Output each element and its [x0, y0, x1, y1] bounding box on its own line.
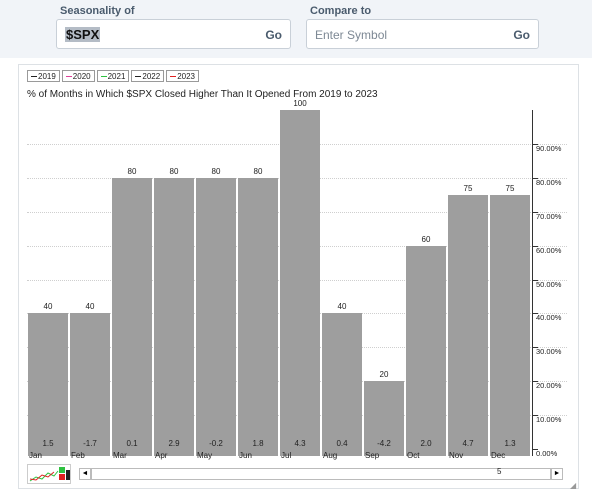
- seasonality-go-button[interactable]: Go: [265, 28, 282, 42]
- bar-value-label: 20: [379, 370, 389, 379]
- seasonality-label: Seasonality of: [60, 5, 135, 17]
- seasonality-input[interactable]: $SPX Go: [56, 19, 291, 49]
- x-tick-label: Nov: [449, 451, 464, 460]
- legend-label: 2023: [177, 72, 195, 81]
- bar-oct[interactable]: [406, 246, 446, 456]
- x-tick-label: Mar: [113, 451, 127, 460]
- legend-item[interactable]: 2020: [61, 70, 95, 82]
- legend-swatch: [100, 76, 107, 78]
- x-tick-label: Jul: [281, 451, 292, 460]
- bar-apr[interactable]: [154, 178, 194, 456]
- bar-value-label: 60: [421, 235, 431, 244]
- legend: 2019 2020 2021 2022 2023: [27, 70, 201, 82]
- bar-value-label: 40: [43, 302, 53, 311]
- avg-change-label: 2.9: [168, 439, 180, 448]
- bar-value-label: 40: [85, 302, 95, 311]
- seasonality-value[interactable]: $SPX: [65, 27, 101, 42]
- bar-jun[interactable]: [238, 178, 278, 456]
- y-tick-label: 30.00%: [536, 347, 562, 356]
- chart-title: % of Months in Which $SPX Closed Higher …: [27, 89, 378, 100]
- y-tick-label: 50.00%: [536, 280, 562, 289]
- avg-change-label: 4.3: [294, 439, 306, 448]
- avg-change-label: 0.1: [126, 439, 138, 448]
- legend-swatch: [135, 76, 142, 78]
- bar-value-label: 80: [169, 167, 179, 176]
- legend-label: 2022: [142, 72, 161, 81]
- bar-feb[interactable]: [70, 313, 110, 456]
- avg-change-label: 0.4: [336, 439, 348, 448]
- bar-value-label: 80: [211, 167, 221, 176]
- legend-label: 2020: [72, 72, 91, 81]
- x-tick-label: Apr: [155, 451, 168, 460]
- y-tick-label: 10.00%: [536, 415, 562, 424]
- avg-change-label: -1.7: [83, 439, 97, 448]
- avg-change-label: 4.7: [462, 439, 474, 448]
- compare-placeholder[interactable]: Enter Symbol: [315, 28, 387, 42]
- bar-jan[interactable]: [28, 313, 68, 456]
- avg-change-label: 1.3: [504, 439, 516, 448]
- scroll-left-button[interactable]: ◄: [79, 468, 91, 480]
- compare-label: Compare to: [310, 5, 372, 17]
- scroll-track[interactable]: [91, 468, 551, 480]
- x-tick-label: Oct: [407, 451, 420, 460]
- y-tick-label: 20.00%: [536, 381, 562, 390]
- bar-value-label: 40: [337, 302, 347, 311]
- x-tick-label: Dec: [491, 451, 506, 460]
- legend-label: 2019: [38, 72, 56, 81]
- legend-swatch: [65, 76, 72, 78]
- y-tick-label: 40.00%: [536, 313, 562, 322]
- x-tick-label: May: [197, 451, 213, 460]
- bar-value-label: 75: [505, 184, 515, 193]
- bar-value-label: 80: [127, 167, 137, 176]
- y-axis-line: [532, 110, 533, 456]
- bar-value-label: 75: [463, 184, 473, 193]
- chart-footer: ◄ 5 ►: [27, 464, 567, 484]
- y-tick-label: 60.00%: [536, 246, 562, 255]
- avg-change-label: 1.5: [42, 439, 54, 448]
- scroll-value: 5: [497, 467, 502, 476]
- bar-jul[interactable]: [280, 110, 320, 456]
- y-tick-label: 80.00%: [536, 178, 562, 187]
- x-tick-label: Jun: [239, 451, 252, 460]
- x-tick-label: Sep: [365, 451, 380, 460]
- x-tick-label: Jan: [29, 451, 42, 460]
- x-tick-label: Aug: [323, 451, 338, 460]
- bar-may[interactable]: [196, 178, 236, 456]
- avg-change-label: 2.0: [420, 439, 432, 448]
- legend-item[interactable]: 2023: [166, 70, 199, 82]
- legend-item[interactable]: 2022: [131, 70, 165, 82]
- bar-value-label: 100: [293, 99, 307, 108]
- y-tick-label: 0.00%: [536, 449, 558, 458]
- y-tick-label: 70.00%: [536, 212, 562, 221]
- legend-item[interactable]: 2019: [27, 70, 60, 82]
- avg-change-label: 1.8: [252, 439, 264, 448]
- x-tick-label: Feb: [71, 451, 85, 460]
- bar-nov[interactable]: [448, 195, 488, 456]
- bar-aug[interactable]: [322, 313, 362, 456]
- scroll-right-button[interactable]: ►: [551, 468, 563, 480]
- chart-thumbnail[interactable]: [27, 464, 71, 484]
- legend-label: 2021: [107, 72, 126, 81]
- compare-go-button[interactable]: Go: [513, 28, 530, 42]
- legend-swatch: [31, 76, 37, 78]
- bar-mar[interactable]: [112, 178, 152, 456]
- bar-value-label: 80: [253, 167, 263, 176]
- avg-change-label: -0.2: [209, 439, 223, 448]
- symbol-toolbar: Seasonality of $SPX Go Compare to Enter …: [0, 0, 592, 58]
- compare-input[interactable]: Enter Symbol Go: [306, 19, 539, 49]
- legend-item[interactable]: 2021: [96, 70, 130, 82]
- bar-dec[interactable]: [490, 195, 530, 456]
- avg-change-label: -4.2: [377, 439, 391, 448]
- mini-chart-icon: [29, 467, 70, 482]
- legend-swatch: [170, 76, 177, 78]
- y-tick-label: 90.00%: [536, 144, 562, 153]
- resize-handle-icon[interactable]: ◢: [570, 481, 576, 490]
